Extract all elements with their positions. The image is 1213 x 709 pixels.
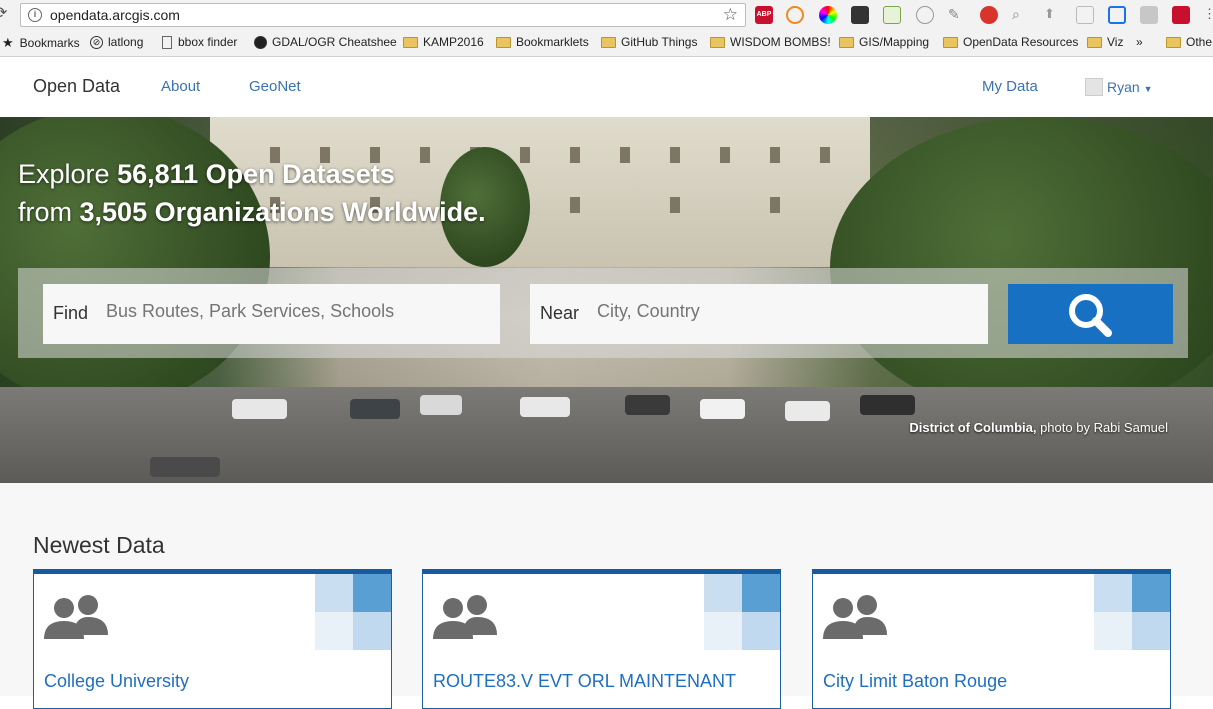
near-input[interactable]	[597, 301, 977, 322]
dataset-card[interactable]: College University	[33, 569, 392, 709]
bookmark-item[interactable]: GDAL/OGR Cheatshee	[254, 35, 397, 49]
find-label: Find	[53, 303, 89, 323]
search-button[interactable]	[1008, 284, 1173, 344]
brand-logo[interactable]: Open Data	[33, 76, 120, 97]
bookmark-label: latlong	[108, 35, 144, 49]
nav-about[interactable]: About	[161, 78, 200, 95]
bookmarks-overflow-button[interactable]: »	[1136, 35, 1143, 49]
newest-data-section: Newest Data College University ROUTE83.V…	[0, 483, 1213, 709]
search-panel: Find Near	[18, 268, 1188, 358]
bookmark-label: Othe	[1186, 35, 1213, 49]
group-icon	[44, 595, 108, 639]
group-icon	[433, 595, 497, 639]
avatar[interactable]	[1085, 78, 1103, 96]
card-title[interactable]: City Limit Baton Rouge	[823, 671, 1007, 692]
dataset-card[interactable]: ROUTE83.V EVT ORL MAINTENANT	[422, 569, 781, 709]
film-extension-icon[interactable]	[851, 6, 869, 24]
other-bookmarks-folder[interactable]: Othe	[1166, 35, 1212, 49]
find-field: Find	[43, 284, 500, 344]
github-icon	[254, 35, 267, 49]
bookmark-item[interactable]: ⊘ latlong	[90, 35, 143, 49]
card-pattern	[704, 574, 780, 650]
menu-icon[interactable]: ⋮	[1203, 6, 1213, 22]
color-picker-extension-icon[interactable]	[819, 6, 837, 24]
camera-extension-icon[interactable]	[1076, 6, 1094, 24]
bookmark-label: GIS/Mapping	[859, 35, 930, 49]
bookmark-folder[interactable]: Bookmarklets	[496, 35, 589, 49]
page-icon	[162, 35, 172, 49]
bookmark-item[interactable]: bbox finder	[162, 35, 237, 49]
user-menu[interactable]: Ryan ▼	[1107, 79, 1153, 95]
user-name: Ryan	[1107, 79, 1140, 95]
folder-icon	[403, 36, 418, 48]
screen-capture-extension-icon[interactable]	[1108, 6, 1126, 24]
photo-credit: District of Columbia, photo by Rabi Samu…	[909, 420, 1168, 435]
search-icon	[1069, 294, 1112, 337]
pen-extension-icon[interactable]: ✎	[948, 6, 966, 24]
red-extension-icon[interactable]	[980, 6, 998, 24]
bookmark-label: Bookmarks	[19, 36, 80, 50]
bookmark-folder[interactable]: GIS/Mapping	[839, 35, 929, 49]
folder-icon	[839, 36, 854, 48]
folder-icon	[601, 36, 616, 48]
bookmark-label: GDAL/OGR Cheatshee	[272, 35, 397, 49]
site-header: Open Data About GeoNet My Data Ryan ▼	[0, 57, 1213, 117]
nav-my-data[interactable]: My Data	[982, 78, 1038, 95]
circle-extension-icon[interactable]	[916, 6, 934, 24]
bookmark-label: Bookmarklets	[516, 35, 589, 49]
bookmark-label: OpenData Resources	[963, 35, 1079, 49]
sheet-extension-icon[interactable]	[883, 6, 901, 24]
compass-icon: ⊘	[90, 35, 103, 49]
adblock-extension-icon[interactable]: ABP	[755, 6, 773, 24]
nav-geonet[interactable]: GeoNet	[249, 78, 301, 95]
pdf-extension-icon[interactable]	[1172, 6, 1190, 24]
card-title[interactable]: College University	[44, 671, 189, 692]
card-title[interactable]: ROUTE83.V EVT ORL MAINTENANT	[433, 671, 736, 692]
group-icon	[823, 595, 887, 639]
bookmark-label: WISDOM BOMBS!	[730, 35, 831, 49]
star-icon: ★	[2, 35, 14, 50]
upload-extension-icon[interactable]: ⬆	[1044, 6, 1062, 24]
hero-banner: Explore 56,811 Open Datasets from 3,505 …	[0, 117, 1213, 483]
bookmarks-bar: ★ Bookmarks ⊘ latlong bbox finder GDAL/O…	[0, 31, 1213, 57]
near-field: Near	[530, 284, 988, 344]
folder-icon	[943, 36, 958, 48]
bookmark-folder[interactable]: KAMP2016	[403, 35, 484, 49]
card-pattern	[315, 574, 391, 650]
magnifier-extension-icon[interactable]: ⌕	[1012, 6, 1030, 24]
bookmark-star-icon[interactable]: ☆	[723, 5, 738, 25]
reload-icon[interactable]: ⟳	[0, 3, 12, 25]
bookmark-label: Viz	[1107, 35, 1124, 49]
bookmark-folder[interactable]: Viz	[1087, 35, 1123, 49]
caret-down-icon: ▼	[1143, 84, 1153, 94]
url-text[interactable]: opendata.arcgis.com	[50, 7, 180, 23]
extension-circle-icon[interactable]	[786, 6, 804, 24]
folder-icon	[496, 36, 511, 48]
bookmark-label: GitHub Things	[621, 35, 698, 49]
hero-headline: Explore 56,811 Open Datasets from 3,505 …	[18, 159, 486, 227]
info-icon[interactable]: i	[28, 8, 42, 22]
bookmark-folder[interactable]: OpenData Resources	[943, 35, 1078, 49]
section-title: Newest Data	[33, 532, 165, 558]
find-input[interactable]	[106, 301, 486, 322]
folder-icon	[1087, 36, 1102, 48]
gray-extension-icon[interactable]	[1140, 6, 1158, 24]
folder-icon	[710, 36, 725, 48]
address-bar[interactable]: i opendata.arcgis.com ☆	[20, 3, 746, 27]
hero-photo-tree	[830, 117, 1213, 417]
bookmark-item[interactable]: ★ Bookmarks	[2, 35, 80, 51]
bookmark-label: bbox finder	[178, 35, 238, 49]
bookmark-folder[interactable]: WISDOM BOMBS!	[710, 35, 831, 49]
bookmark-folder[interactable]: GitHub Things	[601, 35, 697, 49]
bookmark-label: KAMP2016	[423, 35, 484, 49]
card-pattern	[1094, 574, 1170, 650]
dataset-card[interactable]: City Limit Baton Rouge	[812, 569, 1171, 709]
near-label: Near	[540, 303, 580, 323]
folder-icon	[1166, 36, 1181, 48]
browser-toolbar: ⟳ i opendata.arcgis.com ☆ ABP ✎ ⌕ ⬆ ⋮	[0, 0, 1213, 31]
hero-photo-street	[0, 387, 1213, 483]
